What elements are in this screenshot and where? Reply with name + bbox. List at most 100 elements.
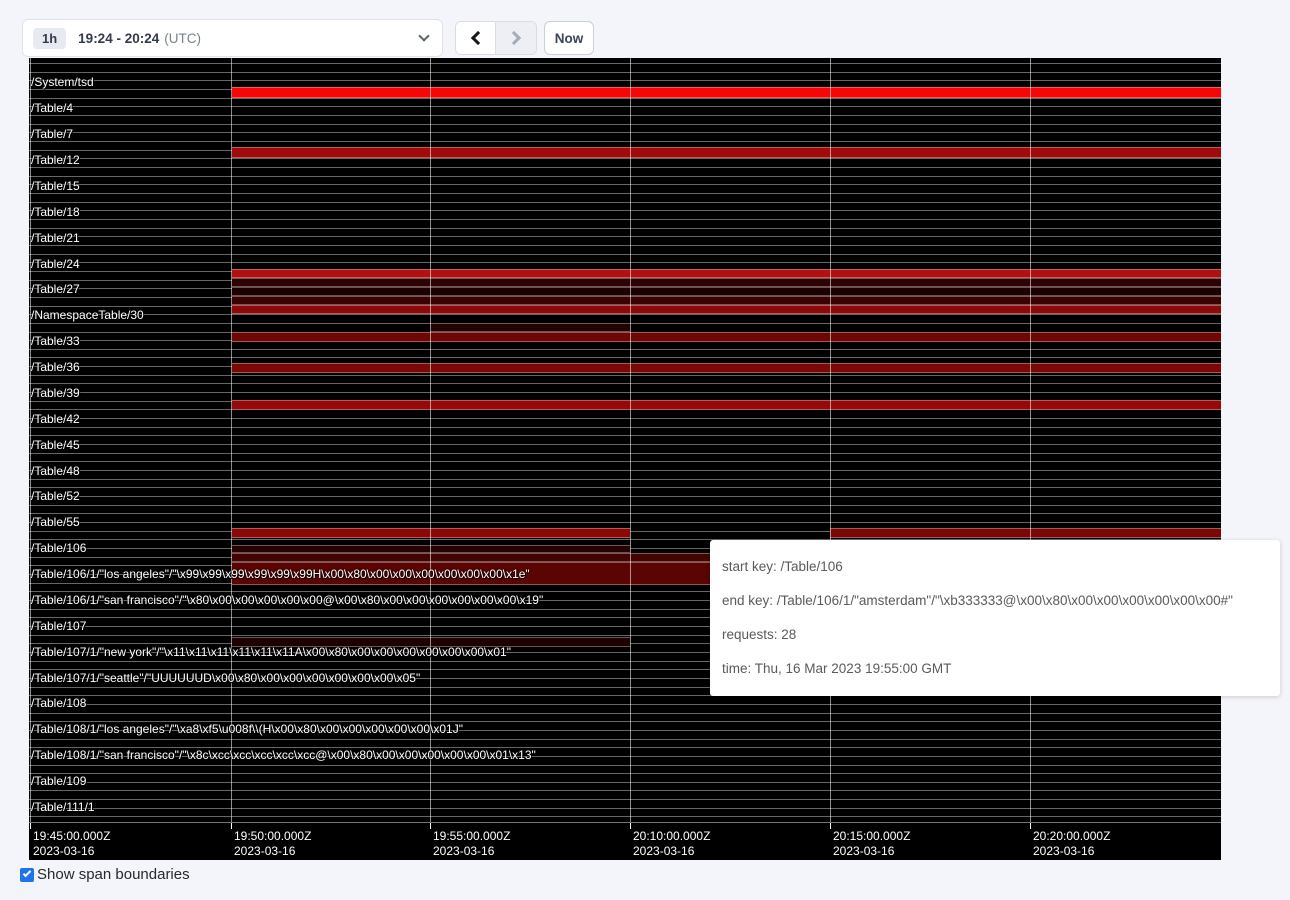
span-boundary-line [29,184,1221,185]
axis-tick [830,823,831,829]
axis-tick-label: 19:50:00.000Z2023-03-16 [234,829,311,858]
range-duration-badge: 1h [33,28,66,49]
row-label: /Table/42 [31,412,80,426]
row-label: /Table/27 [31,282,80,296]
time-axis: 19:45:00.000Z2023-03-1619:50:00.000Z2023… [29,822,1221,860]
row-label: /Table/106/1/"los angeles"/"\x99\x99\x99… [31,567,530,581]
row-label: /Table/52 [31,489,80,503]
span-boundary-line [29,158,1221,159]
row-label: /Table/108/1/"san francisco"/"\x8c\xcc\x… [31,748,536,762]
span-boundary-line [29,63,1221,64]
span-boundary-line [29,106,1221,107]
row-label: /Table/45 [31,438,80,452]
span-boundary-line [29,245,1221,246]
row-label: /Table/39 [31,386,80,400]
span-boundary-line [29,193,1221,194]
span-boundary-line [29,816,1221,817]
heat-band [232,305,1221,314]
time-gridline [630,58,631,822]
axis-tick [630,823,631,829]
row-label: /Table/7 [31,127,73,141]
row-label: /Table/108 [31,696,86,710]
span-boundary-line [29,470,1221,471]
span-boundary-line [29,392,1221,393]
span-boundary-line [29,444,1221,445]
heat-band [232,545,630,553]
row-label: /Table/4 [31,101,73,115]
heat-band [232,278,1221,287]
time-gridline [830,58,831,822]
row-label: /Table/15 [31,179,80,193]
row-label: /System/tsd [31,75,94,89]
row-label: /Table/107 [31,619,86,633]
span-boundary-line [29,418,1221,419]
heat-band [232,296,1221,305]
span-boundary-line [29,375,1221,376]
span-boundary-line [29,461,1221,462]
span-boundary-line [29,435,1221,436]
axis-tick [430,823,431,829]
heat-band [232,287,1221,296]
time-range-dropdown[interactable]: 1h 19:24 - 20:24 (UTC) [22,19,443,57]
span-boundary-line [29,236,1221,237]
prev-range-button[interactable] [456,22,496,54]
tooltip-time: time: Thu, 16 Mar 2023 19:55:00 GMT [722,652,1268,686]
span-boundary-line [29,357,1221,358]
row-label: /Table/48 [31,464,80,478]
time-gridline [231,58,232,822]
range-label: 19:24 - 20:24 [78,31,159,46]
tooltip-start-key: start key: /Table/106 [722,550,1268,584]
row-label: /Table/106/1/"san francisco"/"\x80\x00\x… [31,593,543,607]
span-boundary-line [29,782,1221,783]
span-boundary-line [29,349,1221,350]
heat-band [232,269,1221,278]
span-boundary-line [29,522,1221,523]
heat-band [232,363,1221,373]
span-boundary-line [29,210,1221,211]
span-boundary-line [29,496,1221,497]
axis-tick [231,823,232,829]
heat-band [232,87,1221,98]
now-button[interactable]: Now [544,21,594,55]
checkmark-icon [22,869,30,877]
span-boundary-line [29,713,1221,714]
chevron-left-icon [470,31,484,45]
axis-tick-label: 19:55:00.000Z2023-03-16 [433,829,510,858]
key-visualizer-page: 1h 19:24 - 20:24 (UTC) Now /System/tsd/T… [0,0,1290,900]
span-boundary-line [29,799,1221,800]
span-boundary-line [29,453,1221,454]
span-boundary-line [29,202,1221,203]
span-boundary-line [29,124,1221,125]
span-boundary-line [29,176,1221,177]
span-boundary-line [29,132,1221,133]
span-boundary-line [29,427,1221,428]
axis-tick [30,823,31,829]
span-boundary-line [29,115,1221,116]
row-label: /Table/12 [31,153,80,167]
next-range-button-disabled[interactable] [496,22,536,54]
span-boundary-line [29,739,1221,740]
row-label: /Table/36 [31,360,80,374]
row-label: /Table/107/1/"new york"/"\x11\x11\x11\x1… [31,645,511,659]
heat-band [232,147,1221,158]
show-span-boundaries-checkbox[interactable] [20,868,34,882]
span-boundary-line [29,487,1221,488]
axis-tick [1030,823,1031,829]
row-label: /Table/24 [31,257,80,271]
axis-tick-label: 20:20:00.000Z2023-03-16 [1033,829,1110,858]
span-boundary-line [29,262,1221,263]
heatmap-plot[interactable]: /System/tsd/Table/4/Table/7/Table/12/Tab… [29,58,1221,822]
span-boundary-line [29,219,1221,220]
row-label: /Table/111/1 [31,800,95,814]
show-span-boundaries-label: Show span boundaries [37,866,190,883]
span-boundary-line [29,314,1221,315]
span-boundary-line [29,773,1221,774]
span-boundary-line [29,228,1221,229]
span-boundary-line [29,704,1221,705]
row-label: /Table/21 [31,231,80,245]
span-boundary-line [29,383,1221,384]
span-boundary-line [29,765,1221,766]
range-timezone: (UTC) [164,31,201,46]
heat-band [430,323,630,332]
heat-band [232,332,1221,342]
